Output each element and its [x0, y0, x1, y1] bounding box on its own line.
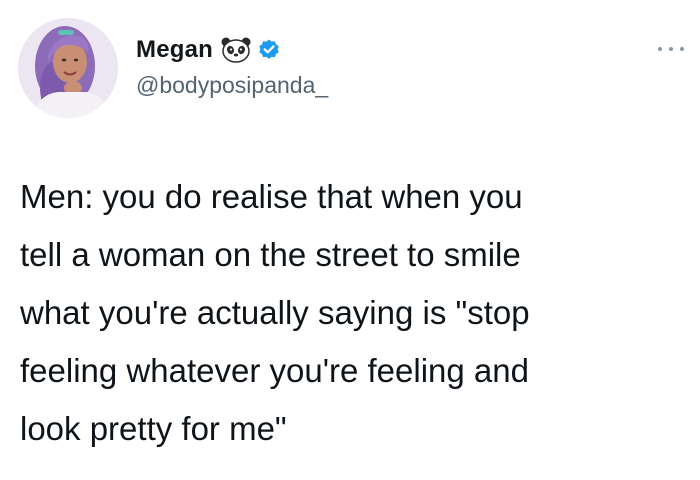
more-horizontal-icon — [658, 47, 662, 51]
more-dot — [680, 47, 684, 51]
more-dot — [669, 47, 673, 51]
tweet-text: Men: you do realise that when you tell a… — [20, 168, 685, 458]
more-options-button[interactable] — [658, 42, 684, 56]
avatar[interactable] — [18, 18, 118, 118]
tweet-text-line: tell a woman on the street to smile — [20, 236, 521, 273]
panda-face-icon — [221, 37, 251, 63]
tweet-text-line: feeling whatever you're feeling and — [20, 352, 529, 389]
tweet-text-line: what you're actually saying is "stop — [20, 294, 530, 331]
author-name-row[interactable]: Megan — [136, 34, 281, 66]
tweet-text-line: look pretty for me" — [20, 410, 287, 447]
tweet-text-line: Men: you do realise that when you — [20, 178, 523, 215]
author-display-name[interactable]: Megan — [136, 36, 213, 64]
verified-badge-icon — [257, 38, 281, 62]
avatar-photo — [18, 18, 118, 118]
tweet-card: Megan @bodyposipanda_ Men: you do realis… — [0, 0, 700, 480]
author-handle[interactable]: @bodyposipanda_ — [136, 72, 328, 99]
